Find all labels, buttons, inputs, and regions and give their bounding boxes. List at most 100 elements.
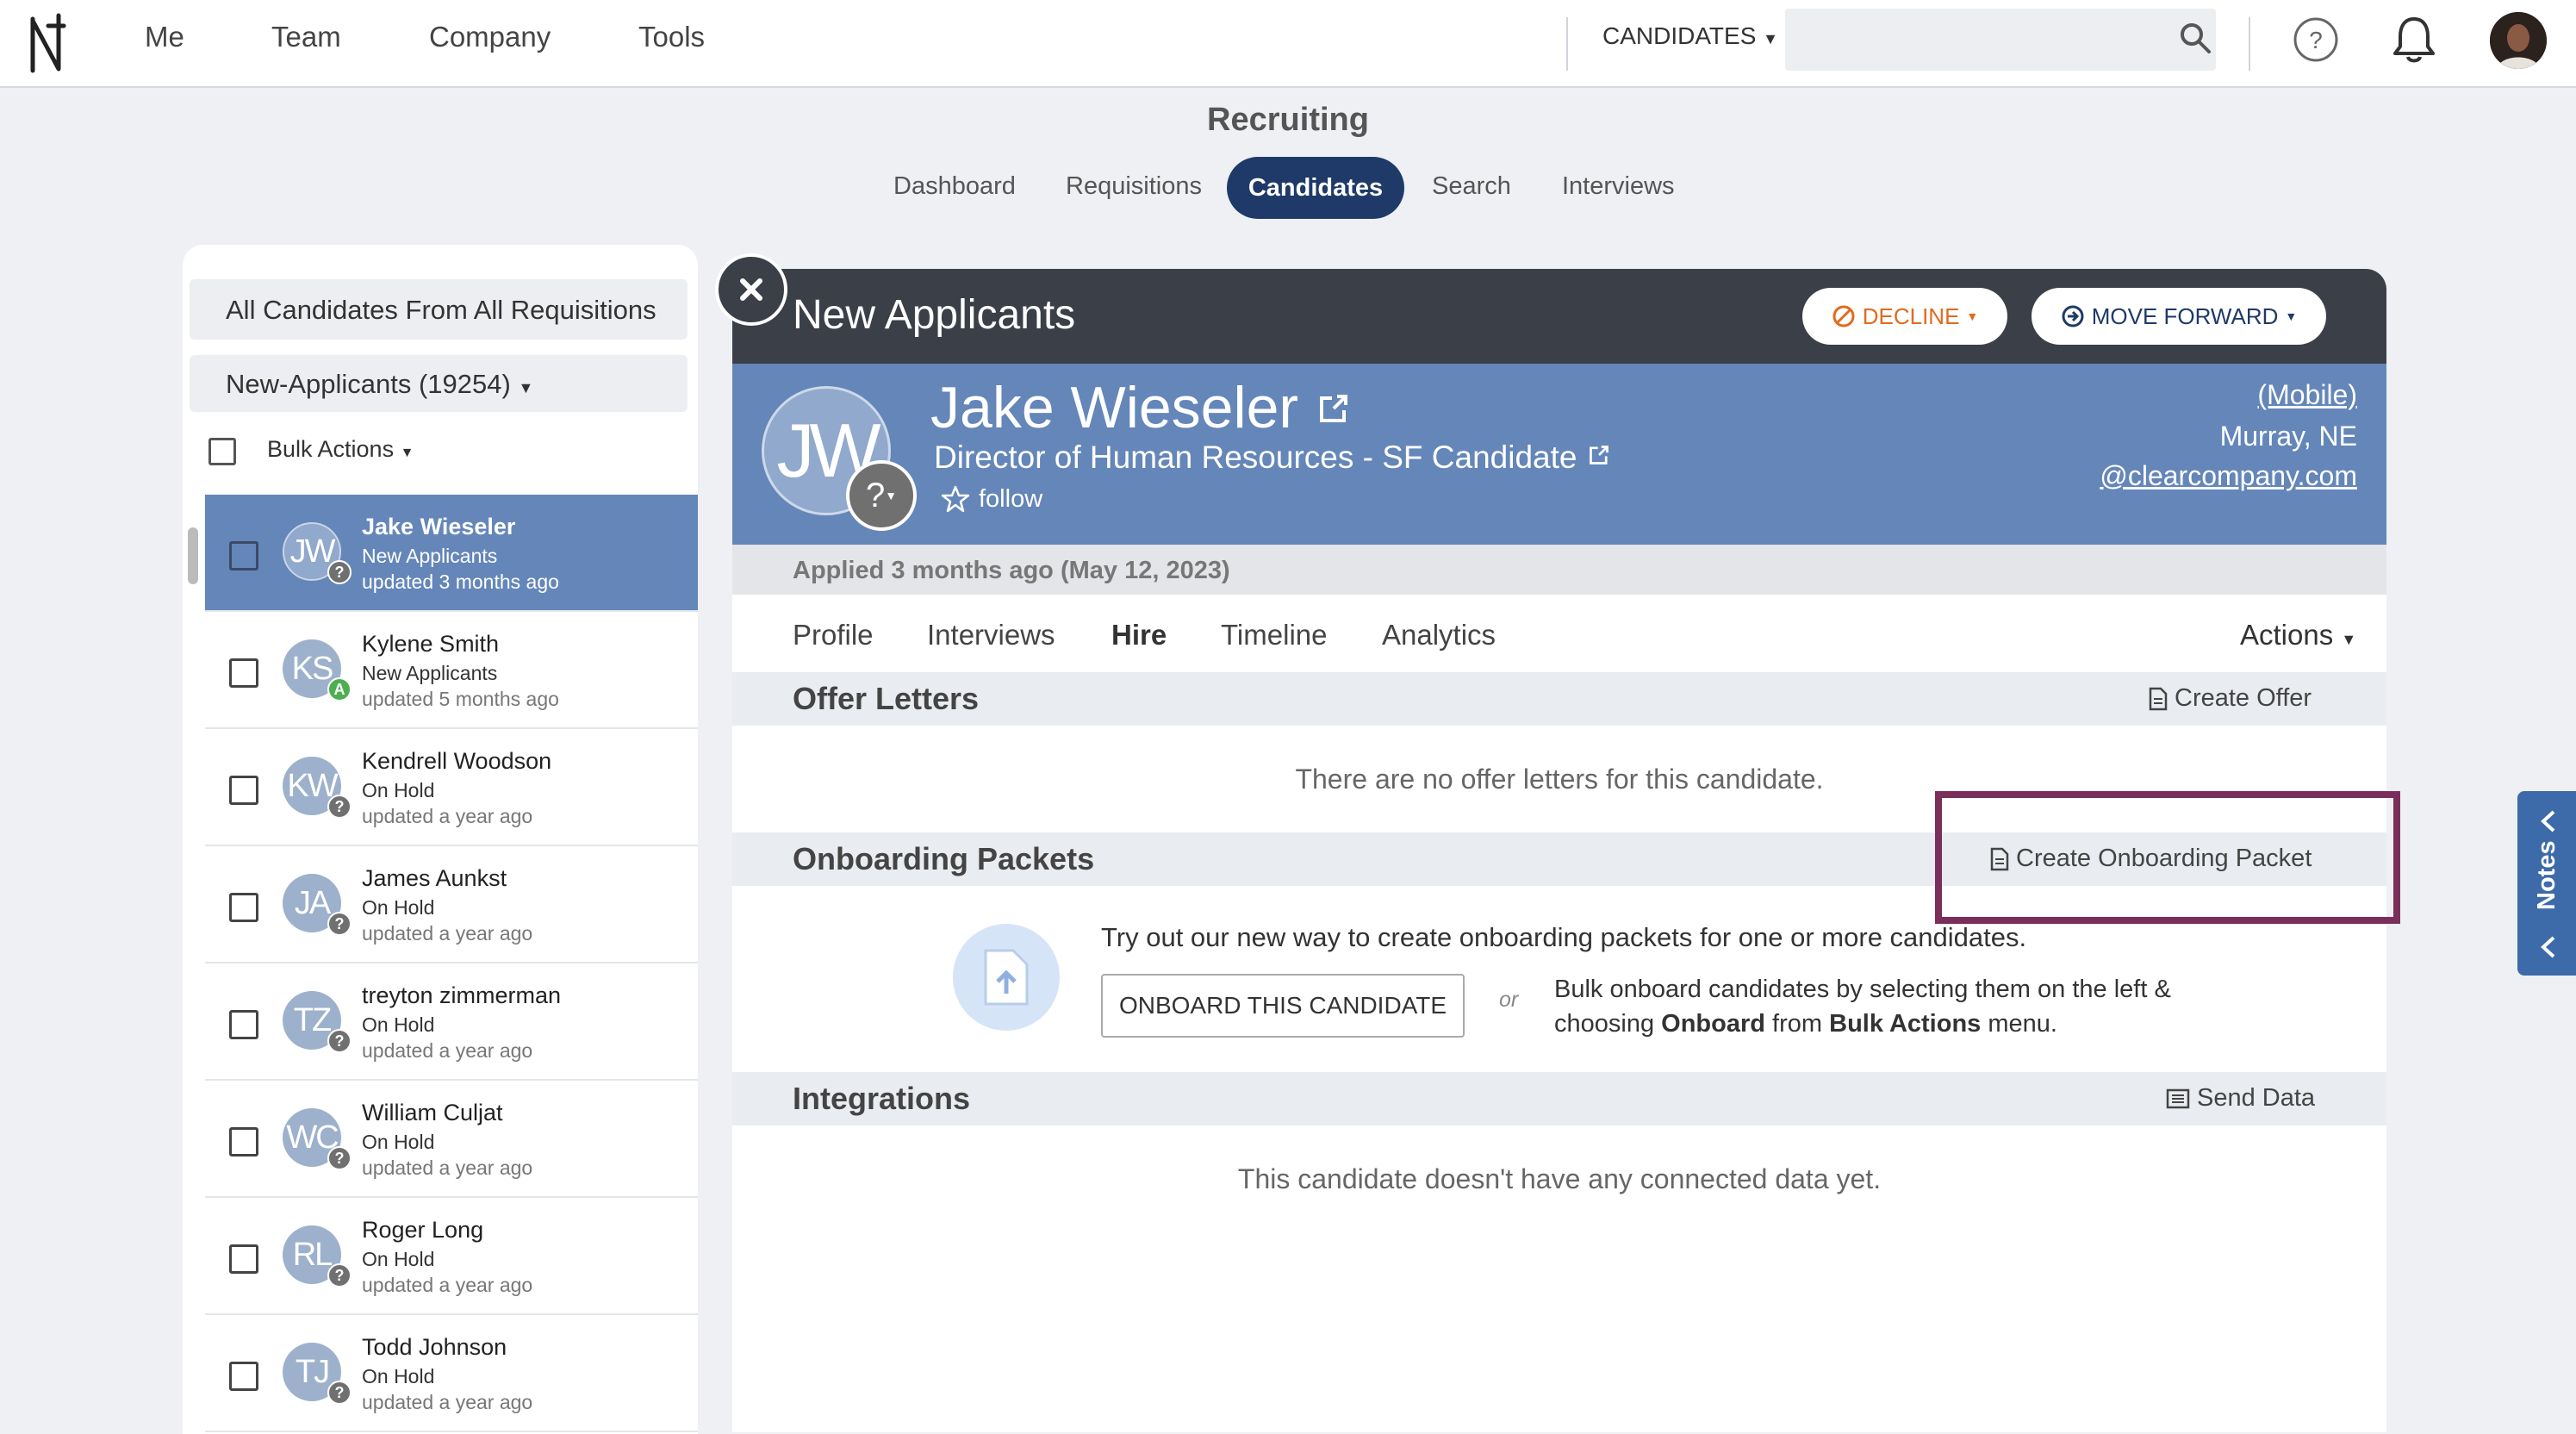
tab-search[interactable]: Search [1432,172,1511,201]
move-forward-button[interactable]: MOVE FORWARD ▼ [2032,288,2326,345]
notifications-bell-icon[interactable] [2390,14,2438,65]
question-badge-icon: ? [327,560,352,584]
candidate-checkbox[interactable] [229,1127,258,1157]
list-scrollbar[interactable] [188,527,198,584]
bulk-actions-label: Bulk Actions [267,436,395,462]
caret-down-icon: ▼ [400,446,414,460]
candidate-list-item[interactable]: WC ? William Culjat On Hold updated a ye… [205,1081,698,1198]
candidate-list-item[interactable]: KS A Kylene Smith New Applicants updated… [205,612,698,729]
candidate-name-heading[interactable]: Jake Wieseler [930,374,1353,441]
candidate-status: On Hold [362,1365,435,1387]
candidate-requisition-link[interactable]: Director of Human Resources - SF Candida… [934,440,1612,476]
notes-label: Notes [2533,840,2560,910]
candidate-name: Kylene Smith [362,631,500,657]
nav-team[interactable]: Team [271,21,341,53]
tab-profile[interactable]: Profile [793,619,874,652]
candidate-email[interactable]: @clearcompany.com [2100,460,2357,492]
candidate-status: On Hold [362,1248,435,1270]
tab-timeline[interactable]: Timeline [1221,619,1327,652]
send-data-button[interactable]: Send Data [2166,1084,2315,1113]
candidate-list-item[interactable]: TZ ? treyton zimmerman On Hold updated a… [205,963,698,1081]
decline-button[interactable]: DECLINE ▼ [1802,288,2007,345]
external-link-icon[interactable] [1315,390,1353,427]
close-icon [740,278,762,301]
bulk-text-bulk-actions: Bulk Actions [1829,1010,1982,1038]
candidate-updated: updated a year ago [362,805,533,827]
external-link-icon[interactable] [1586,442,1612,468]
integrations-header [732,1072,2386,1125]
search-input[interactable] [1785,9,2216,71]
stage-filter-label: New-Applicants (19254) [226,369,511,399]
ban-icon [1832,305,1855,327]
follow-button[interactable]: follow [941,484,1042,514]
tab-interviews[interactable]: Interviews [927,619,1055,652]
candidate-updated: updated a year ago [362,1157,533,1179]
list-icon [2166,1088,2190,1108]
candidate-checkbox[interactable] [229,1362,258,1391]
nav-me[interactable]: Me [145,21,184,53]
candidate-checkbox[interactable] [229,776,258,805]
candidate-status-badge[interactable]: ? ▼ [846,460,917,531]
help-icon[interactable]: ? [2292,16,2340,64]
nav-company[interactable]: Company [429,21,551,53]
top-nav: Me Team Company Tools CANDIDATES ▼ ? [0,0,2576,88]
tab-candidates[interactable]: Candidates [1227,157,1404,219]
nav-divider [1566,17,1568,71]
file-upload-icon [984,949,1029,1006]
arrow-circle-right-icon [2062,305,2084,327]
candidate-list-item[interactable]: KW ? Kendrell Woodson On Hold updated a … [205,729,698,846]
candidate-checkbox[interactable] [229,893,258,922]
candidate-checkbox[interactable] [229,541,258,570]
search-scope-dropdown[interactable]: CANDIDATES ▼ [1602,22,1778,50]
candidate-updated: updated 3 months ago [362,570,559,593]
stage-title: New Applicants [793,292,1076,338]
integrations-empty: This candidate doesn't have any connecte… [1237,1163,1882,1194]
actions-dropdown[interactable]: Actions ▼ [2240,619,2356,652]
chevron-left-icon [2541,810,2555,832]
follow-label: follow [979,484,1043,513]
star-icon [941,485,970,513]
caret-down-icon: ▼ [1966,309,1979,323]
svg-text:?: ? [2309,27,2323,53]
candidate-phone[interactable]: (Mobile) [2257,379,2357,411]
onboarding-packets-title: Onboarding Packets [793,841,1095,876]
nav-tools[interactable]: Tools [638,21,705,53]
tab-interviews[interactable]: Interviews [1562,172,1675,201]
candidate-status: On Hold [362,779,435,801]
candidate-checkbox[interactable] [229,658,258,688]
notes-side-tab[interactable]: Notes [2517,791,2576,976]
onboard-this-candidate-button[interactable]: ONBOARD THIS CANDIDATE [1101,974,1465,1038]
tab-hire[interactable]: Hire [1111,619,1167,652]
candidate-list-item[interactable]: JA ? James Aunkst On Hold updated a year… [205,846,698,963]
candidate-name: Todd Johnson [362,1334,507,1360]
candidate-list-item[interactable]: RL ? Roger Long On Hold updated a year a… [205,1198,698,1315]
candidate-checkbox[interactable] [229,1244,258,1274]
create-offer-button[interactable]: Create Offer [2149,684,2312,713]
candidate-checkbox[interactable] [229,1010,258,1039]
user-avatar-image [2490,12,2547,69]
candidate-list-item[interactable]: JW ? Jake Wieseler New Applicants update… [205,495,698,612]
question-badge-icon: ? [327,795,352,819]
bulk-actions-dropdown[interactable]: Bulk Actions ▼ [267,436,414,463]
candidate-requisition-text: Director of Human Resources - SF Candida… [934,440,1577,475]
caret-down-icon: ▼ [518,379,534,396]
bulk-text-part: menu. [1981,1010,2057,1038]
chevron-left-icon [2541,936,2555,958]
tab-analytics[interactable]: Analytics [1382,619,1496,652]
candidate-name: Kendrell Woodson [362,748,552,774]
user-avatar[interactable] [2490,12,2547,69]
requisition-filter[interactable]: All Candidates From All Requisitions [190,279,688,340]
search-icon[interactable] [2178,21,2212,55]
select-all-checkbox[interactable] [208,438,236,465]
bulk-text-part: from [1765,1010,1830,1038]
upload-document-icon [953,924,1060,1031]
stage-filter-dropdown[interactable]: New-Applicants (19254) ▼ [190,355,688,412]
tab-requisitions[interactable]: Requisitions [1066,172,1202,201]
candidate-updated: updated a year ago [362,922,533,945]
candidate-status: On Hold [362,1013,435,1036]
candidate-status: On Hold [362,896,435,919]
app-logo-icon[interactable] [26,9,71,76]
candidate-name: treyton zimmerman [362,982,562,1008]
close-button[interactable] [715,253,787,326]
tab-dashboard[interactable]: Dashboard [893,172,1016,201]
